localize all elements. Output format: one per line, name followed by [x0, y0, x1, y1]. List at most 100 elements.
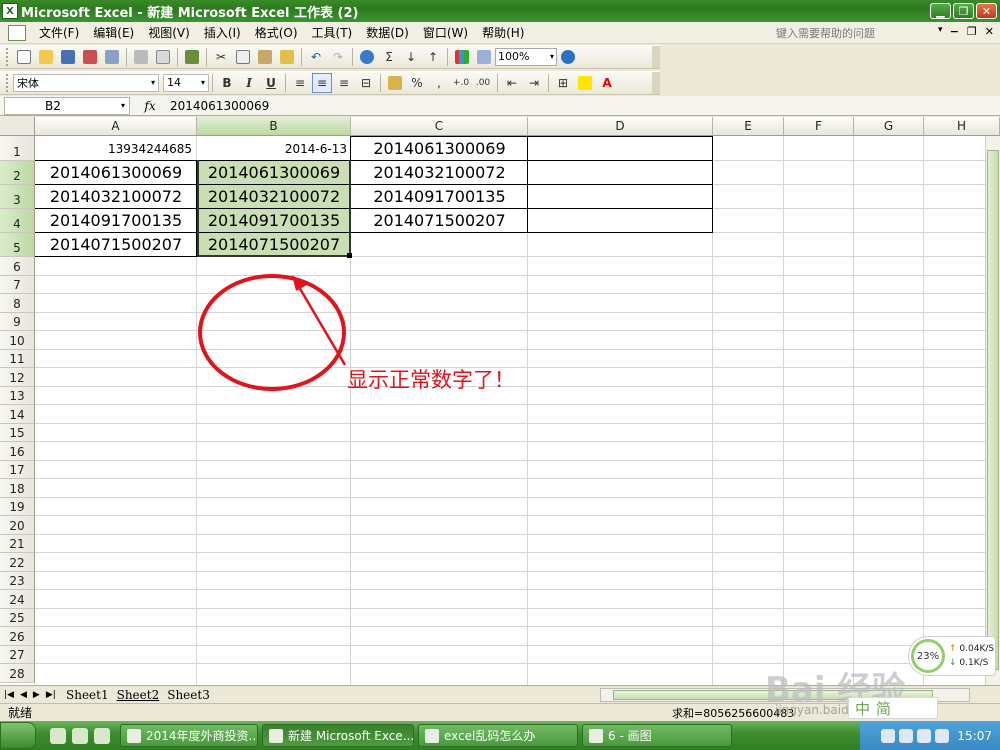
increase-decimal-icon[interactable]: +.0	[451, 73, 471, 93]
doc-minimize-button[interactable]: −	[950, 25, 959, 38]
ime-tray-icon[interactable]	[935, 728, 950, 743]
ime-mode[interactable]: 简	[876, 698, 891, 719]
open-icon[interactable]	[36, 47, 56, 67]
excel-app-icon[interactable]: X	[2, 3, 18, 19]
paint-icon	[589, 728, 603, 743]
sheet-tab-sheet3[interactable]: Sheet3	[163, 688, 214, 702]
sort-descending-icon[interactable]: ↑	[423, 47, 443, 67]
align-center-icon[interactable]: ≡	[312, 72, 332, 93]
window-title: Microsoft Excel - 新建 Microsoft Excel 工作表…	[21, 5, 359, 21]
align-right-icon[interactable]: ≡	[334, 73, 354, 93]
minimize-button[interactable]: ▁	[930, 3, 951, 19]
toolbar-options[interactable]	[652, 45, 660, 68]
ime-language[interactable]: 中	[855, 698, 870, 719]
zoom-select[interactable]: 100% ▾	[495, 47, 557, 66]
undo-icon[interactable]: ↶	[306, 47, 326, 67]
toolbar-grip[interactable]	[6, 47, 9, 66]
borders-icon[interactable]: ⊞	[553, 73, 573, 93]
ime-toolbar[interactable]: 中 简	[848, 697, 938, 719]
quick-launch	[50, 727, 110, 744]
network-speed-widget[interactable]: 23% ↑ 0.04K/S ↓ 0.1K/S	[908, 636, 996, 676]
network-icon[interactable]	[881, 728, 896, 743]
security-icon[interactable]	[917, 728, 932, 743]
cut-icon[interactable]: ✂	[211, 47, 231, 67]
browser-icon[interactable]	[72, 727, 88, 744]
redo-icon[interactable]: ↷	[328, 47, 348, 67]
menu-tools[interactable]: 工具(T)	[305, 24, 360, 41]
restore-button[interactable]: ❐	[953, 3, 974, 19]
help-search-input[interactable]: 键入需要帮助的问题	[776, 25, 946, 41]
menu-format[interactable]: 格式(O)	[248, 24, 305, 41]
first-sheet-icon[interactable]: |◀	[4, 690, 14, 700]
paste-icon[interactable]	[255, 47, 275, 67]
workbook-icon[interactable]	[8, 24, 26, 41]
desktop-icon[interactable]	[50, 727, 66, 744]
sheet-tab-sheet2[interactable]: Sheet2	[113, 688, 164, 702]
task-item[interactable]: 6 - 画图	[582, 724, 732, 747]
bold-button[interactable]: B	[217, 73, 237, 93]
email-icon[interactable]	[102, 47, 122, 67]
close-button[interactable]: ✕	[976, 3, 997, 19]
decrease-indent-icon[interactable]: ⇤	[502, 73, 522, 93]
task-item[interactable]: 2014年度外商投资...	[120, 724, 258, 747]
help-dropdown-icon[interactable]: ▾	[938, 25, 943, 35]
autosum-icon[interactable]: Σ	[379, 47, 399, 67]
underline-button[interactable]: U	[261, 73, 281, 93]
fx-icon[interactable]: fx	[130, 99, 170, 113]
media-icon[interactable]	[94, 727, 110, 744]
cpu-percent: 23%	[911, 639, 945, 673]
drawing-icon[interactable]	[474, 47, 494, 67]
increase-indent-icon[interactable]: ⇥	[524, 73, 544, 93]
toolbar-grip[interactable]	[6, 73, 9, 92]
new-icon[interactable]	[14, 47, 34, 67]
sort-ascending-icon[interactable]: ↓	[401, 47, 421, 67]
format-painter-icon[interactable]	[277, 47, 297, 67]
font-name-select[interactable]: 宋体 ▾	[13, 73, 159, 92]
save-icon[interactable]	[58, 47, 78, 67]
menu-window[interactable]: 窗口(W)	[416, 24, 475, 41]
font-color-icon[interactable]: A	[597, 73, 617, 93]
currency-icon[interactable]	[385, 73, 405, 93]
doc-restore-button[interactable]: ❐	[967, 25, 977, 38]
spelling-icon[interactable]	[182, 47, 202, 67]
vertical-scrollbar[interactable]	[985, 136, 1000, 685]
comma-button[interactable]: ,	[429, 73, 449, 93]
merge-center-icon[interactable]: ⊟	[356, 73, 376, 93]
menu-view[interactable]: 视图(V)	[141, 24, 197, 41]
next-sheet-icon[interactable]: ▶	[33, 690, 40, 700]
task-item-active[interactable]: 新建 Microsoft Exce...	[262, 724, 414, 747]
worksheet-grid[interactable]: A B C D E F G H 1 2 3 4 5 6 7 8 9 10 11 …	[0, 117, 1000, 685]
print-icon[interactable]	[131, 47, 151, 67]
copy-icon[interactable]	[233, 47, 253, 67]
formula-input[interactable]: 2014061300069	[170, 99, 269, 113]
menu-file[interactable]: 文件(F)	[32, 24, 86, 41]
last-sheet-icon[interactable]: ▶|	[46, 690, 56, 700]
doc-close-button[interactable]: ✕	[985, 25, 994, 38]
menu-edit[interactable]: 编辑(E)	[86, 24, 141, 41]
sheet-tab-sheet1[interactable]: Sheet1	[62, 688, 113, 702]
zoom-value: 100%	[498, 50, 530, 63]
vertical-scroll-thumb[interactable]	[987, 150, 999, 670]
fill-color-icon[interactable]	[575, 73, 595, 93]
prev-sheet-icon[interactable]: ◀	[20, 690, 27, 700]
standard-toolbar: ✂ ↶ ↷ Σ ↓ ↑ 100% ▾	[0, 45, 660, 69]
decrease-decimal-icon[interactable]: .00	[473, 73, 493, 93]
help-icon[interactable]	[558, 47, 578, 67]
name-box[interactable]: B2 ▾	[4, 96, 130, 115]
task-item[interactable]: excel乱码怎么办	[418, 724, 578, 747]
chart-wizard-icon[interactable]	[452, 47, 472, 67]
start-button[interactable]	[0, 722, 36, 749]
permission-icon[interactable]	[80, 47, 100, 67]
print-preview-icon[interactable]	[153, 47, 173, 67]
italic-button[interactable]: I	[239, 73, 259, 93]
percent-button[interactable]: %	[407, 73, 427, 93]
hyperlink-icon[interactable]	[357, 47, 377, 67]
align-left-icon[interactable]: ≡	[290, 73, 310, 93]
menu-data[interactable]: 数据(D)	[359, 24, 416, 41]
volume-icon[interactable]	[899, 728, 914, 743]
toolbar-options[interactable]	[652, 71, 660, 94]
clock[interactable]: 15:07	[957, 729, 992, 743]
menu-insert[interactable]: 插入(I)	[197, 24, 248, 41]
font-size-select[interactable]: 14 ▾	[163, 73, 209, 92]
menu-help[interactable]: 帮助(H)	[475, 24, 531, 41]
